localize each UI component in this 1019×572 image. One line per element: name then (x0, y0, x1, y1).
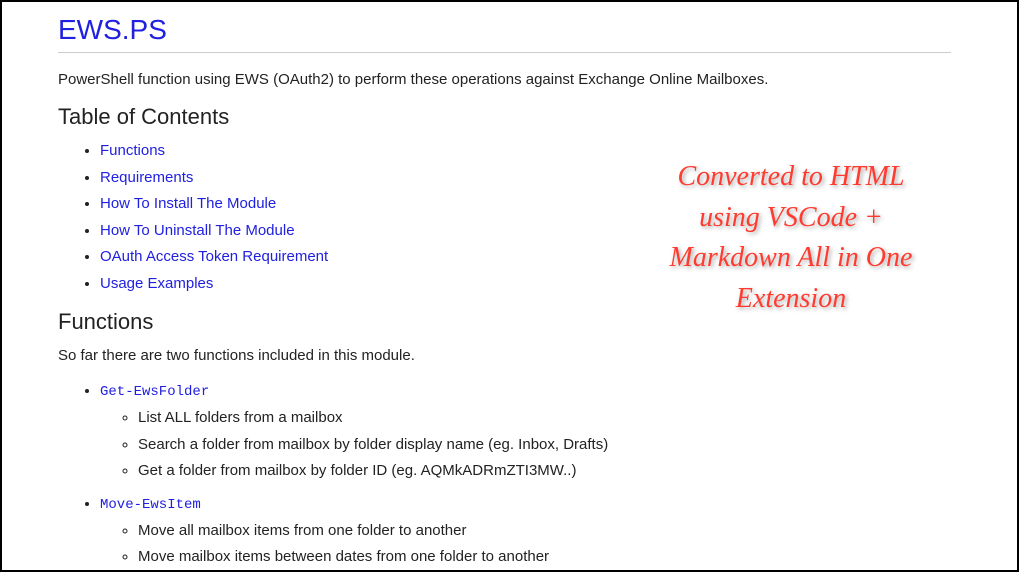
toc-link-usage[interactable]: Usage Examples (100, 275, 213, 292)
function-desc: List ALL folders from a mailbox (138, 407, 951, 430)
toc-item: OAuth Access Token Requirement (100, 246, 951, 269)
function-desc: Search a folder from mailbox by folder d… (138, 434, 951, 457)
function-item: Get-EwsFolder List ALL folders from a ma… (100, 380, 951, 483)
functions-list: Get-EwsFolder List ALL folders from a ma… (58, 380, 951, 569)
toc-item: Usage Examples (100, 273, 951, 296)
document-scroll[interactable]: EWS.PS PowerShell function using EWS (OA… (2, 2, 1007, 570)
function-item: Move-EwsItem Move all mailbox items from… (100, 493, 951, 569)
function-link-move-ewsitem[interactable]: Move-EwsItem (100, 497, 201, 513)
function-desc-list: Move all mailbox items from one folder t… (100, 520, 951, 569)
page-title: EWS.PS (58, 14, 951, 53)
toc-link-functions[interactable]: Functions (100, 142, 165, 159)
toc-link-oauth[interactable]: OAuth Access Token Requirement (100, 248, 328, 265)
function-desc: Move all mailbox items from one folder t… (138, 520, 951, 543)
function-desc: Move mailbox items between dates from on… (138, 546, 951, 569)
document-body: EWS.PS PowerShell function using EWS (OA… (2, 2, 1007, 570)
intro-text: PowerShell function using EWS (OAuth2) t… (58, 69, 951, 90)
toc-item: Functions (100, 140, 951, 163)
function-desc-list: List ALL folders from a mailbox Search a… (100, 407, 951, 483)
toc-item: How To Install The Module (100, 193, 951, 216)
toc-list: Functions Requirements How To Install Th… (58, 140, 951, 295)
toc-link-requirements[interactable]: Requirements (100, 169, 193, 186)
functions-heading: Functions (58, 309, 951, 335)
toc-link-install[interactable]: How To Install The Module (100, 195, 276, 212)
functions-intro: So far there are two functions included … (58, 345, 951, 366)
function-desc: Get a folder from mailbox by folder ID (… (138, 460, 951, 483)
toc-link-uninstall[interactable]: How To Uninstall The Module (100, 222, 295, 239)
function-link-get-ewsfolder[interactable]: Get-EwsFolder (100, 384, 209, 400)
toc-heading: Table of Contents (58, 104, 951, 130)
toc-item: How To Uninstall The Module (100, 220, 951, 243)
toc-item: Requirements (100, 167, 951, 190)
